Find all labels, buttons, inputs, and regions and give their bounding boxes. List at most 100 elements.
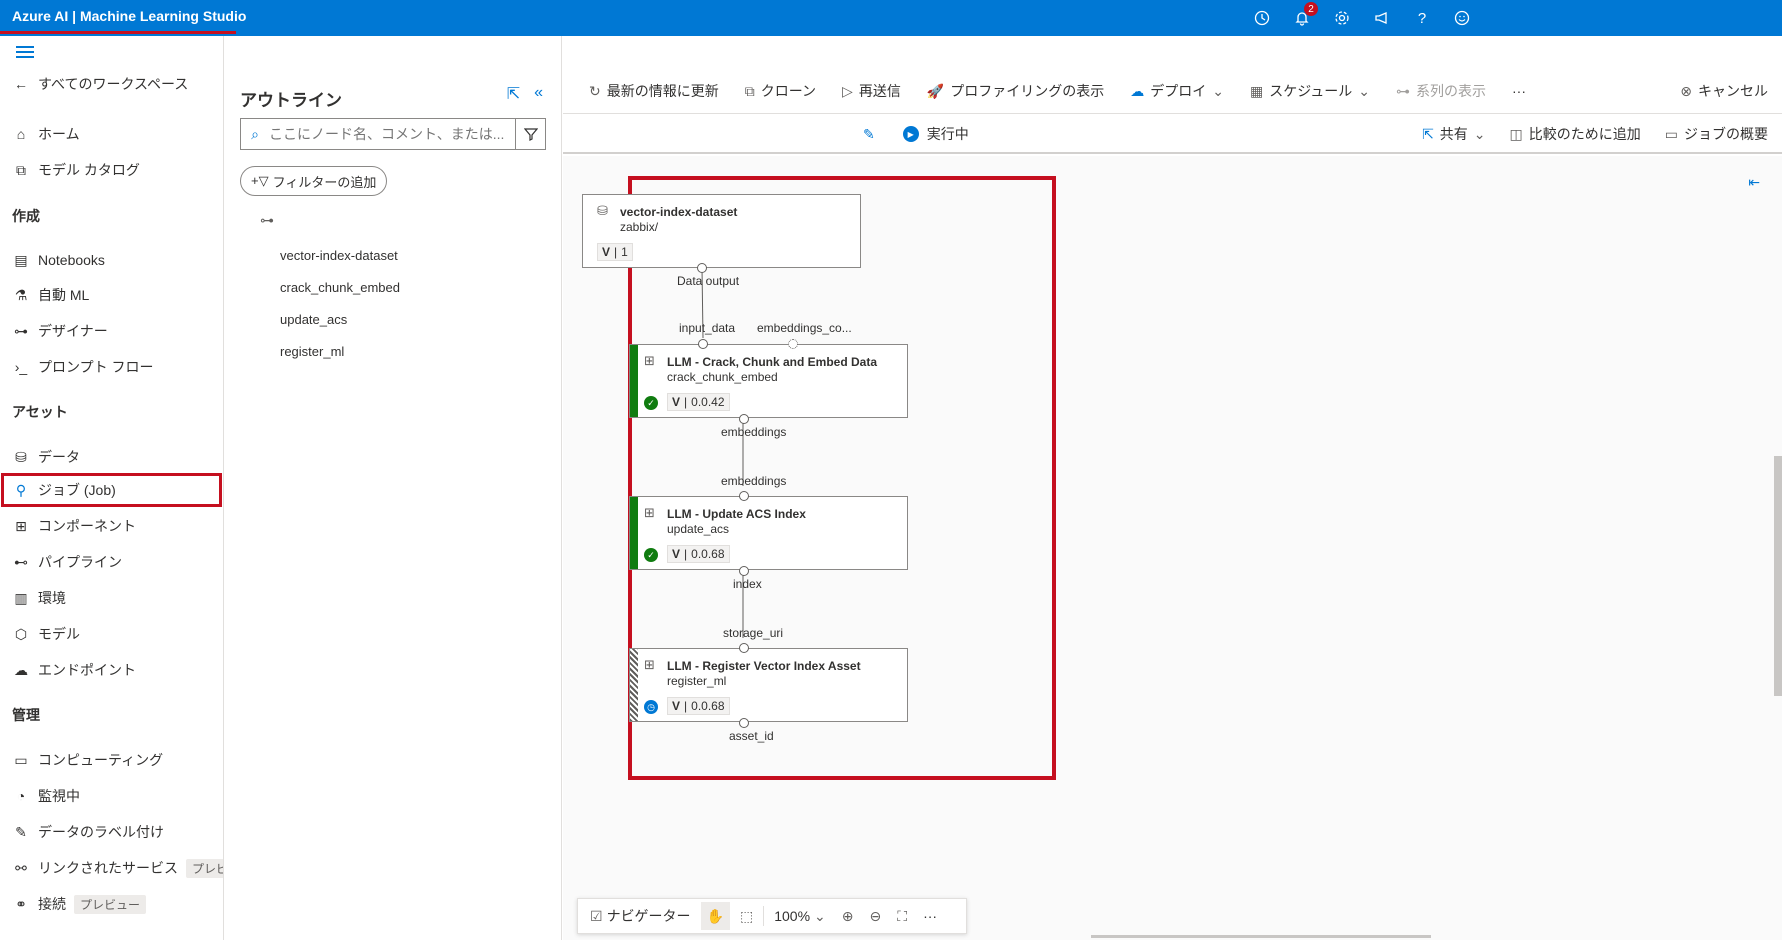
notification-bell-icon[interactable]: 2 [1290,2,1318,30]
endpoint-icon: ☁ [14,661,28,678]
nav-models[interactable]: ⬡ モデル [12,620,80,648]
outline-node[interactable]: crack_chunk_embed [280,280,400,295]
pipeline-icon: ⊷ [14,553,28,570]
outline-node[interactable]: update_acs [280,312,347,327]
pan-hand-button[interactable]: ✋ [700,902,730,930]
clone-button[interactable]: ⧉ クローン [745,81,816,101]
nav-environments[interactable]: ▥ 環境 [12,584,66,612]
output-port[interactable] [739,718,749,728]
feedback-smiley-icon[interactable] [1450,6,1474,30]
port-label: embeddings [721,425,787,439]
more-button[interactable]: ··· [1512,81,1526,101]
zoom-in-button[interactable]: ⊕ [836,902,860,930]
job-toolbar: ↻ 最新の情報に更新 ⧉ クローン ▷ 再送信 🚀 プロファイリングの表示 ☁ デプロイ ⌄… [563,70,1782,114]
pipeline-canvas[interactable]: ⇤ ⛁ vector-index-dataset zabbix/ V | 1 Dat… [563,156,1782,940]
zoom-level-dropdown[interactable]: 100% ⌄ [768,902,832,930]
cancel-button[interactable]: ⊗ キャンセル [1680,81,1768,101]
back-arrow-icon: ← [14,76,28,92]
fit-to-screen-button[interactable]: ⛶ [891,902,913,930]
component-icon: ⊞ [644,657,655,672]
input-port[interactable] [739,491,749,501]
component-node[interactable]: ⊞ LLM - Crack, Chunk and Embed Data crac… [629,344,908,418]
nav-monitoring[interactable]: ◔ 監視中 [12,782,80,810]
add-filter-button[interactable]: +▽ フィルターの追加 [240,166,388,196]
nav-linked-services[interactable]: ⚯リンクされたサービスプレビ [12,854,223,882]
nav-home[interactable]: ⌂ ホーム [12,120,80,148]
nav-data[interactable]: ⛁ データ [12,443,80,471]
edit-pencil-icon[interactable]: ✎ [863,126,875,143]
nav-jobs[interactable]: ⚲ ジョブ (Job) [12,476,116,504]
job-overview-button[interactable]: ▭ ジョブの概要 [1665,124,1768,144]
hamburger-menu-icon[interactable] [16,46,34,60]
chevron-down-icon: ⌄ [1212,82,1224,99]
rocket-icon: 🚀 [926,82,945,99]
nav-promptflow[interactable]: ›_ プロンプト フロー [12,353,154,381]
horizontal-scrollbar[interactable] [1091,935,1431,938]
output-port[interactable] [739,414,749,424]
nav-components[interactable]: ⊞ コンポーネント [12,512,136,540]
add-filter-icon: +▽ [251,173,269,188]
navigator-toggle[interactable]: ☑ ナビゲーター [584,902,697,930]
version-tag: V | 1 [597,243,633,261]
dataset-node[interactable]: ⛁ vector-index-dataset zabbix/ V | 1 [582,194,861,268]
components-icon: ⊞ [15,517,27,534]
linked-services-icon: ⚯ [15,859,27,876]
history-icon[interactable] [1250,6,1274,30]
version-tag: V | 0.0.42 [667,393,730,411]
panel-toggle-icon[interactable]: ⇤ [1748,174,1760,191]
add-to-compare-button[interactable]: ◫ 比較のために追加 [1510,124,1641,144]
catalog-icon: ⧉ [16,161,26,178]
component-node[interactable]: ⊞ LLM - Register Vector Index Asset regi… [629,648,908,722]
megaphone-icon[interactable] [1370,6,1394,30]
collapse-chevron-icon[interactable]: « [534,84,543,104]
profiling-button[interactable]: 🚀 プロファイリングの表示 [927,81,1104,101]
filter-funnel-icon[interactable] [515,119,545,149]
outline-panel: アウトライン ⇱ « ⌕ +▽ フィルターの追加 ⊶ vector-index-… [224,36,562,940]
view-lineage-button[interactable]: ⊶ 系列の表示 [1396,81,1486,101]
zoom-out-button[interactable]: ⊖ [864,902,888,930]
labeling-pencil-icon: ✎ [15,823,27,840]
compare-icon: ◫ [1509,125,1523,142]
outline-node[interactable]: register_ml [280,344,344,359]
chevron-down-icon: ⌄ [814,907,826,924]
tree-hierarchy-icon: ⊶ [260,212,274,228]
nav-back-workspaces[interactable]: ← すべてのワークスペース [12,70,188,98]
input-port[interactable] [788,339,798,349]
search-icon: ⌕ [251,125,259,142]
resubmit-button[interactable]: ▷ 再送信 [842,81,901,101]
help-icon[interactable]: ? [1410,6,1434,30]
navigator-more-button[interactable]: ··· [917,902,943,930]
nav-pipelines[interactable]: ⊷ パイプライン [12,548,122,576]
port-label: storage_uri [723,626,784,640]
output-port[interactable] [739,566,749,576]
hand-icon: ✋ [706,907,724,924]
outline-node[interactable]: vector-index-dataset [280,248,398,263]
select-pointer-button[interactable]: ⬚ [734,902,759,930]
share-icon[interactable]: ⇱ [507,84,520,104]
vertical-scrollbar[interactable] [1774,456,1782,696]
share-button[interactable]: ⇱ 共有 ⌄ [1422,124,1485,144]
nav-notebooks[interactable]: ▤ Notebooks [12,246,105,274]
input-port[interactable] [739,643,749,653]
nav-labeling[interactable]: ✎ データのラベル付け [12,818,164,846]
nav-designer[interactable]: ⊶ デザイナー [12,317,108,345]
nav-model-catalog[interactable]: ⧉ モデル カタログ [12,156,140,184]
nav-endpoints[interactable]: ☁ エンドポイント [12,656,136,684]
component-icon: ⊞ [644,353,655,368]
deploy-button[interactable]: ☁ デプロイ ⌄ [1130,81,1224,101]
outline-search-input[interactable] [269,126,515,142]
model-cube-icon: ⬡ [14,625,28,642]
component-node[interactable]: ⊞ LLM - Update ACS Index update_acs ✓ V |… [629,496,908,570]
settings-gear-icon[interactable] [1330,6,1354,30]
zoom-in-icon: ⊕ [841,907,854,924]
environment-icon: ▥ [14,589,28,606]
nav-connections[interactable]: ⚭ 接続 プレビュー [12,890,147,918]
nav-automl[interactable]: ⚗ 自動 ML [12,281,90,309]
refresh-button[interactable]: ↻ 最新の情報に更新 [589,81,719,101]
nav-compute[interactable]: ▭ コンピューティング [12,746,163,774]
preview-badge: プレビ [186,858,223,878]
output-port[interactable] [697,263,707,273]
input-port[interactable] [698,339,708,349]
app-title[interactable]: Azure AI | Machine Learning Studio [12,8,246,24]
schedule-button[interactable]: ▦ スケジュール ⌄ [1250,81,1370,101]
